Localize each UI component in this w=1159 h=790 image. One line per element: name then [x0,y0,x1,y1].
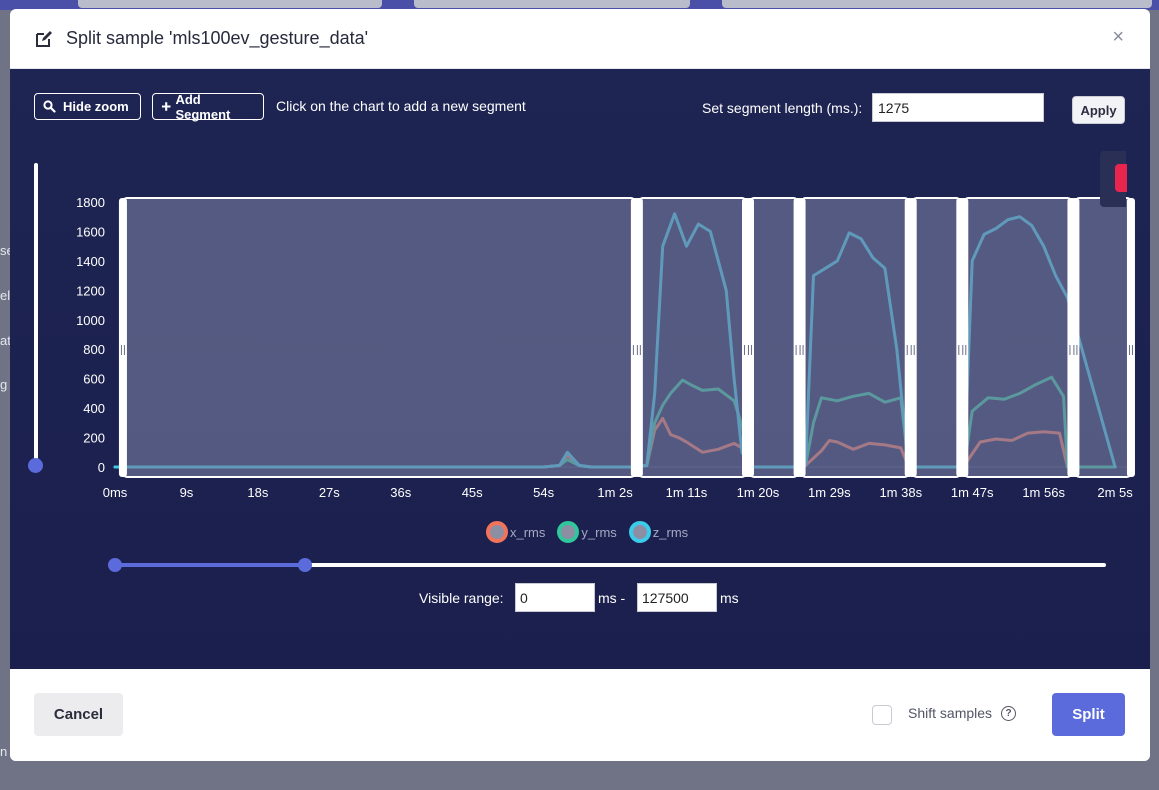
y-tick-label: 1000 [76,313,105,328]
legend-swatch-x-rms [486,521,508,543]
x-tick-label: 1m 2s [597,485,633,500]
x-tick-label: 1m 29s [808,485,851,500]
x-tick-label: 45s [462,485,483,500]
chart-legend: x_rms y_rms z_rms [486,521,688,543]
visible-range-label: Visible range: [419,590,504,606]
legend-swatch-y-rms [557,521,580,543]
y-tick-label: 1800 [76,195,105,210]
modal-header: Split sample 'mls100ev_gesture_data' [10,9,1150,69]
x-tick-label: 9s [180,485,194,500]
y-tick-label: 1400 [76,254,105,269]
segment-edge[interactable] [118,198,127,477]
x-tick-label: 1m 47s [951,485,994,500]
segment-region[interactable] [801,198,909,477]
segment-region[interactable] [638,198,747,477]
legend-label: y_rms [581,524,617,540]
segment-edge[interactable] [908,198,917,477]
cancel-button[interactable]: Cancel [34,693,123,736]
range-slider-end-handle[interactable] [298,558,312,572]
legend-swatch-z-rms [628,521,651,543]
edit-icon [36,30,52,47]
x-tick-label: 36s [390,485,411,500]
x-tick-label: 1m 20s [737,485,780,500]
close-button[interactable]: × [1112,25,1124,49]
split-chart-panel: Hide zoom Add Segment Click on the chart… [10,69,1150,669]
y-tick-label: 400 [83,401,105,416]
x-tick-label: 54s [533,485,554,500]
legend-item-y-rms[interactable]: y_rms [557,521,617,543]
x-tick-label: 1m 38s [879,485,922,500]
x-tick-label: 2m 5s [1097,485,1133,500]
x-tick-label: 0ms [103,485,128,500]
segment-region[interactable] [122,198,635,477]
background-card [722,0,1152,8]
x-tick-label: 1m 11s [666,485,708,500]
visible-range-start-input[interactable] [515,583,595,612]
range-slider-start-handle[interactable] [108,558,122,572]
segment-edge[interactable] [634,198,643,477]
sensor-chart[interactable]: 0 200 400 600 800 1000 1200 1400 1600 1800 0ms 9s 18… [10,69,1150,509]
y-tick-label: 800 [83,342,105,357]
split-button[interactable]: Split [1052,693,1125,736]
side-panel-peek-button[interactable] [1115,164,1127,192]
legend-label: x_rms [510,524,546,540]
y-tick-label: 1600 [76,224,105,239]
segment-edge[interactable] [1071,198,1080,477]
x-tick-label: 27s [319,485,340,500]
visible-range-unit: ms [720,590,739,606]
segment-region[interactable] [749,198,798,477]
y-tick-label: 600 [83,372,105,387]
segment-region[interactable] [964,198,1072,477]
y-tick-label: 200 [83,431,105,446]
range-slider-selection [115,563,305,567]
segment-edge[interactable] [745,198,754,477]
shift-samples-label: Shift samples [908,705,993,721]
modal-title: Split sample 'mls100ev_gesture_data' [66,28,369,48]
modal-footer: Cancel Shift samples ? Split [10,669,1150,761]
background-card [414,0,690,8]
legend-item-x-rms[interactable]: x_rms [486,521,545,543]
segment-edge[interactable] [797,198,806,477]
y-tick-label: 0 [98,460,105,475]
segment-region[interactable] [912,198,961,477]
split-sample-dialog: Split sample 'mls100ev_gesture_data' × H… [10,9,1150,761]
legend-item-z-rms[interactable]: z_rms [628,521,689,543]
x-tick-label: 1m 56s [1022,485,1065,500]
segment-region[interactable] [1075,198,1131,477]
background-card [78,0,382,8]
visible-range-separator: ms - [598,590,626,606]
help-icon[interactable]: ? [1001,706,1016,721]
x-tick-label: 18s [247,485,268,500]
legend-label: z_rms [652,524,689,540]
shift-samples-checkbox[interactable] [872,705,892,725]
y-tick-label: 1200 [76,283,105,298]
visible-range-end-input[interactable] [637,583,717,612]
segment-edge[interactable] [960,198,969,477]
segment-edge[interactable] [1126,198,1135,477]
